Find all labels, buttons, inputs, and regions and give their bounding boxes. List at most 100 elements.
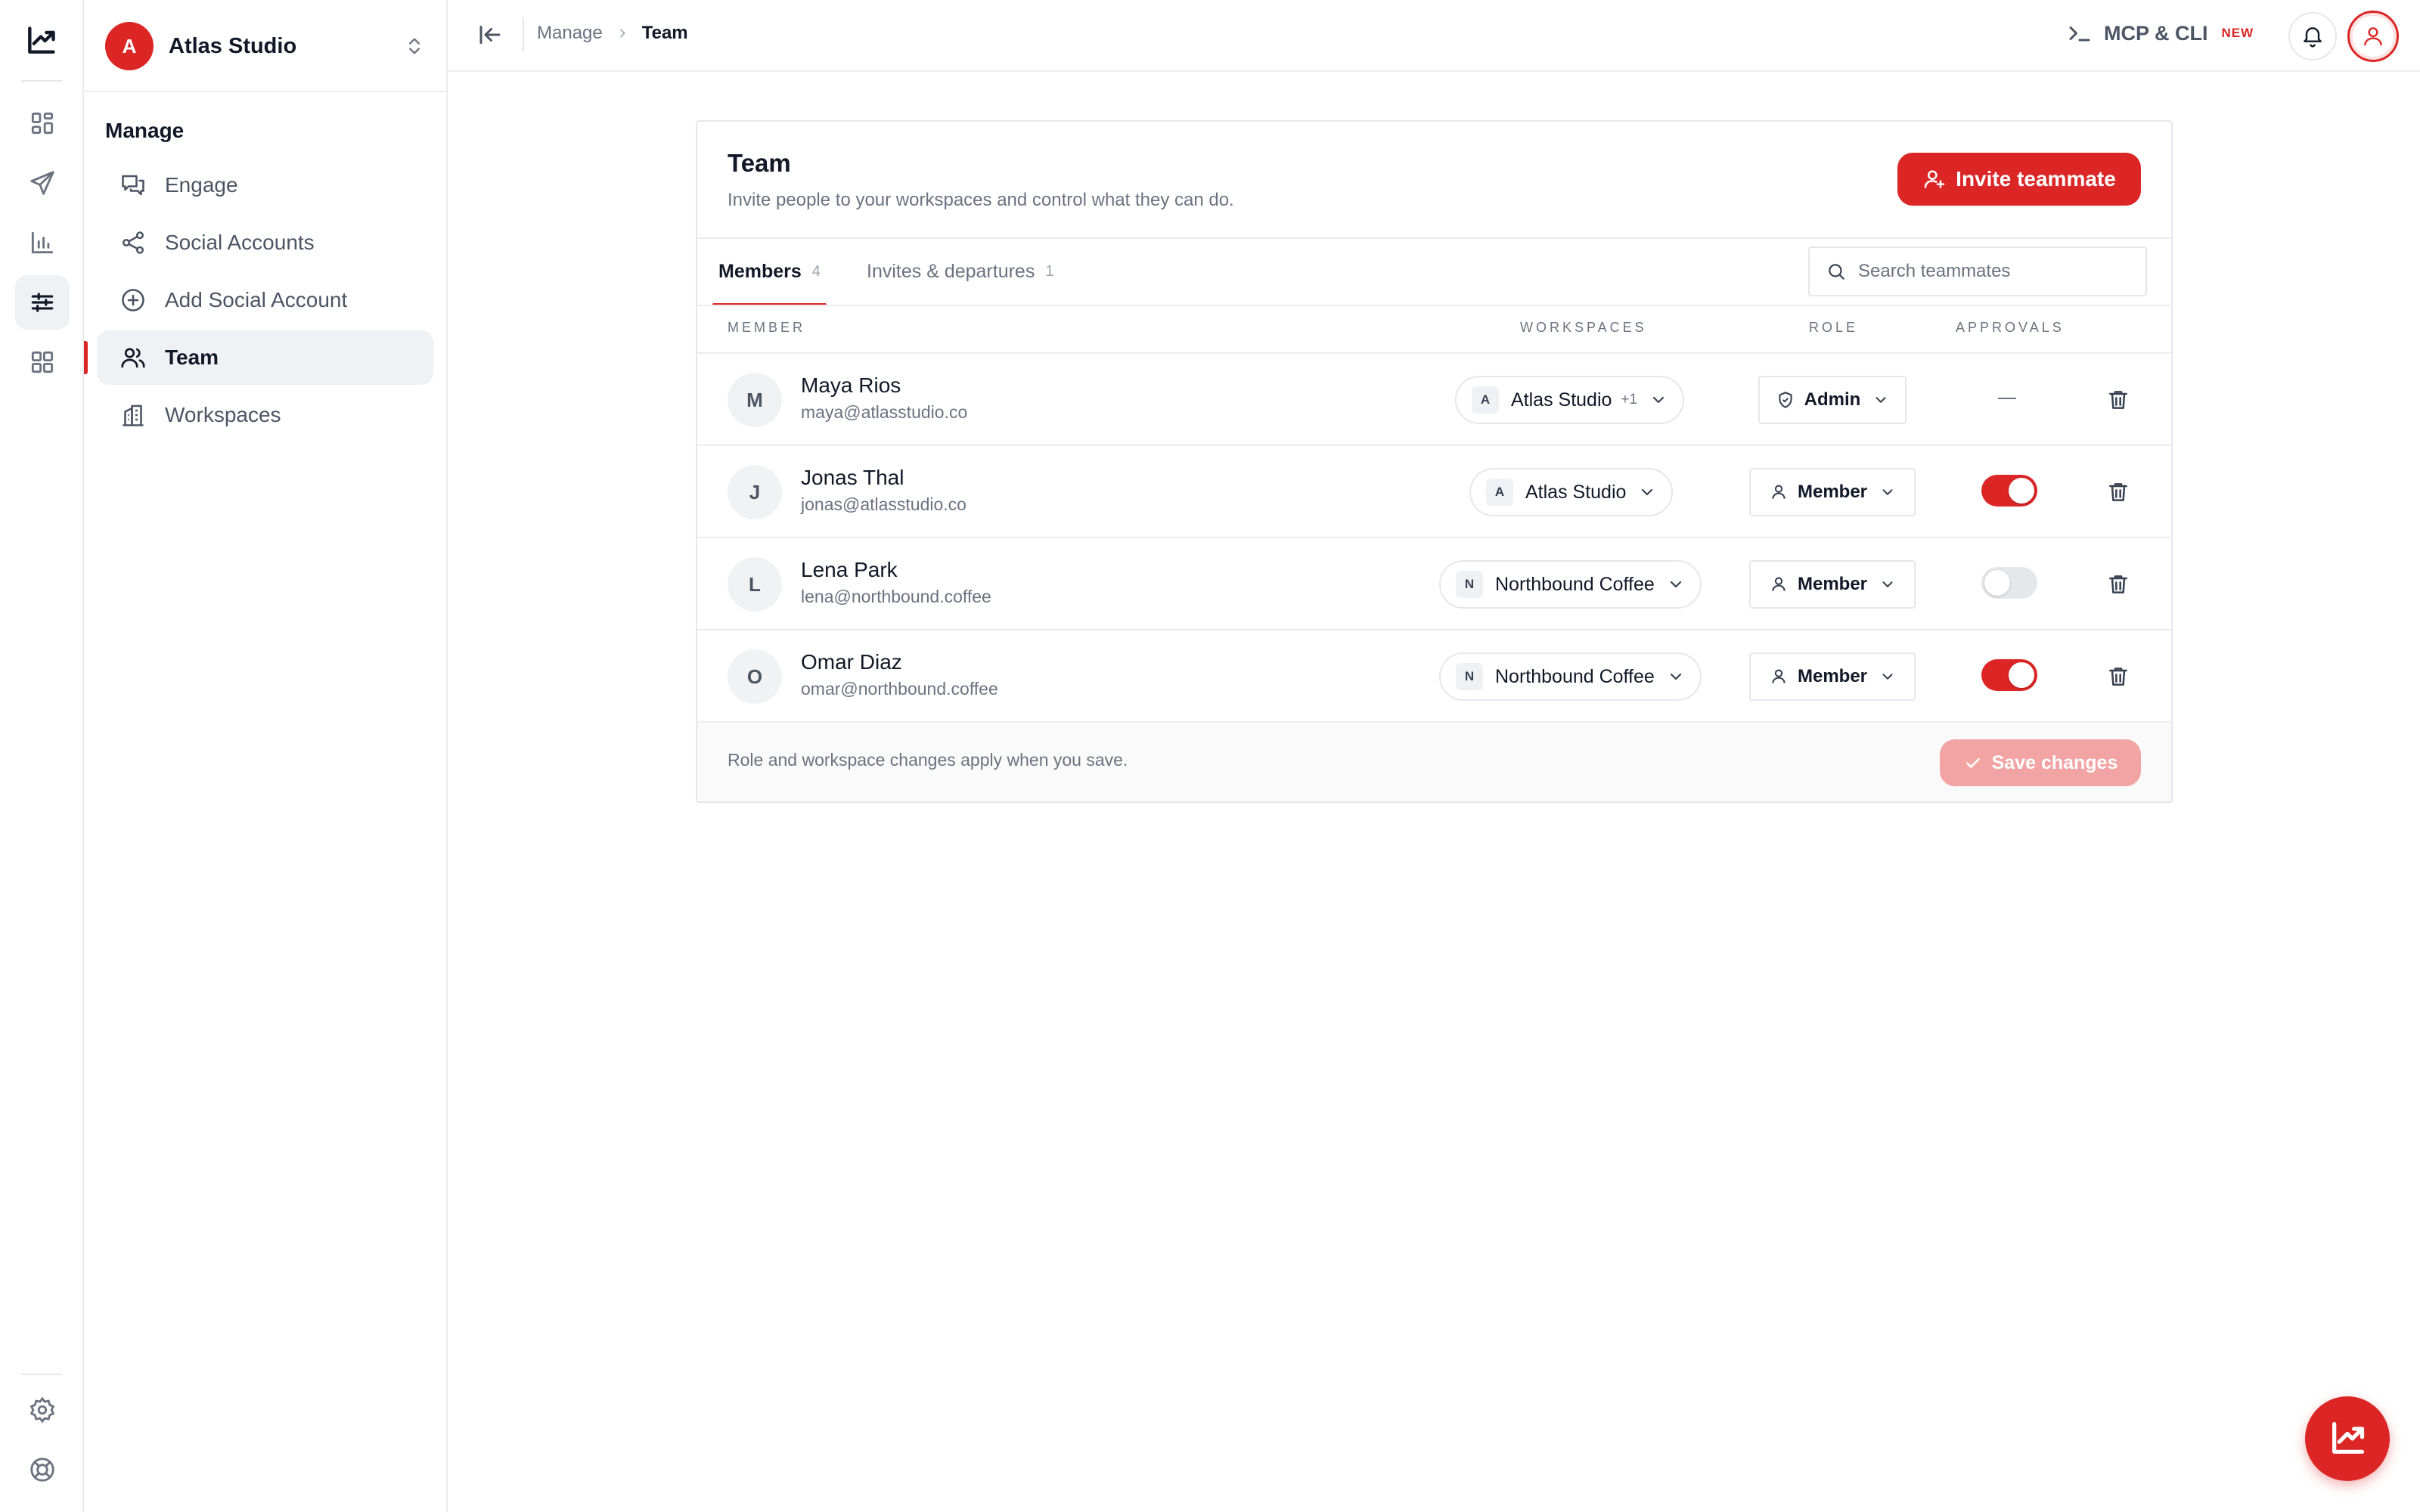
user-icon <box>1772 577 1786 591</box>
approvals-toggle[interactable] <box>1981 659 2037 691</box>
check-icon <box>1965 758 1980 768</box>
rail-apps-button[interactable] <box>15 335 70 389</box>
approvals-not-applicable <box>1998 398 2016 399</box>
breadcrumb-manage[interactable]: Manage <box>537 23 603 44</box>
mcp-cli-button[interactable]: MCP & CLI NEW <box>2066 20 2254 47</box>
bar-chart-icon <box>31 231 54 254</box>
trash-icon <box>2109 483 2127 501</box>
chevron-down-icon <box>1652 396 1665 404</box>
trash-icon <box>2109 668 2127 686</box>
column-header-member: MEMBER <box>728 320 806 335</box>
breadcrumb: Manage Team <box>537 23 688 44</box>
avatar: O <box>728 649 782 704</box>
workspace-extra-count: +1 <box>1621 392 1638 407</box>
nav-heading: Manage <box>105 119 185 142</box>
nav-item-engage[interactable]: Engage <box>97 158 433 212</box>
app-logo-icon[interactable] <box>24 24 57 57</box>
tab-count: 4 <box>811 263 821 280</box>
chevron-down-icon <box>1876 397 1886 403</box>
user-menu-button[interactable] <box>2347 11 2399 62</box>
nav-divider <box>84 91 446 92</box>
approvals-toggle[interactable] <box>1981 475 2037 507</box>
lifebuoy-icon <box>30 1458 54 1482</box>
nav-item-team[interactable]: Team <box>84 330 433 385</box>
role-select[interactable]: Admin <box>1758 376 1907 424</box>
workspace-name: Atlas Studio <box>1525 481 1627 503</box>
nav-item-label: Social Accounts <box>165 231 315 254</box>
role-label: Member <box>1797 482 1868 502</box>
save-changes-button[interactable]: Save changes <box>1940 739 2141 786</box>
rail-help-button[interactable] <box>15 1442 70 1497</box>
table-row: J Jonas Thal jonas@atlasstudio.co A Atla… <box>697 446 2171 538</box>
member-name: Lena Park <box>801 558 898 581</box>
nav-item-social-accounts[interactable]: Social Accounts <box>97 215 433 270</box>
workspace-select[interactable]: A Atlas Studio <box>1469 468 1674 516</box>
delete-member-button[interactable] <box>2106 665 2130 689</box>
chevron-down-icon <box>1882 581 1893 587</box>
workspace-initial: N <box>1456 663 1483 690</box>
workspace-select[interactable]: N Northbound Coffee <box>1439 560 1702 609</box>
terminal-icon <box>2069 26 2090 42</box>
tab-invites-departures[interactable]: Invites & departures 1 <box>867 239 1053 305</box>
save-changes-label: Save changes <box>1991 751 2118 773</box>
column-header-approvals: APPROVALS <box>1956 320 2065 335</box>
table-row: M Maya Rios maya@atlasstudio.co A Atlas … <box>697 354 2171 446</box>
notifications-button[interactable] <box>2288 12 2337 60</box>
workspace-select[interactable]: A Atlas Studio +1 <box>1455 376 1685 424</box>
rail-divider <box>21 80 62 82</box>
chevron-down-icon <box>1882 489 1893 495</box>
delete-member-button[interactable] <box>2106 572 2130 596</box>
team-card: Team Invite people to your workspaces an… <box>696 120 2173 803</box>
rail-dashboard-button[interactable] <box>15 96 70 150</box>
column-header-role: ROLE <box>1809 320 1859 335</box>
building-icon <box>123 404 144 426</box>
workspace-name: Northbound Coffee <box>1495 665 1655 687</box>
plus-circle-icon <box>122 289 144 311</box>
chevron-down-icon <box>1882 674 1893 680</box>
workspace-name: Atlas Studio <box>1511 389 1612 411</box>
tab-members[interactable]: Members 4 <box>712 239 827 306</box>
collapse-sidebar-button[interactable] <box>476 21 504 48</box>
toggle-knob <box>2009 662 2034 688</box>
send-icon <box>30 171 54 195</box>
nav-item-label: Workspaces <box>165 403 281 426</box>
nav-list: Engage Social Accounts Add Social Accoun… <box>84 158 433 445</box>
approvals-toggle[interactable] <box>1981 567 2037 599</box>
nav-item-add-social-account[interactable]: Add Social Account <box>97 273 433 327</box>
chevron-up-down-icon <box>409 38 420 54</box>
trash-icon <box>2109 575 2127 593</box>
divider <box>697 305 2171 306</box>
nav-item-label: Team <box>165 345 219 369</box>
sliders-icon <box>31 293 54 312</box>
tab-label: Invites & departures <box>867 261 1035 282</box>
nav-sidebar: A Atlas Studio Manage Engage Social Acco… <box>84 0 448 1512</box>
workspace-select[interactable]: N Northbound Coffee <box>1439 652 1702 701</box>
invite-teammate-button[interactable]: Invite teammate <box>1897 153 2141 206</box>
user-icon <box>1772 669 1786 683</box>
role-select[interactable]: Member <box>1749 560 1916 609</box>
table-row: O Omar Diaz omar@northbound.coffee N Nor… <box>697 631 2171 723</box>
avatar: J <box>728 465 782 519</box>
workspace-initial: N <box>1456 571 1483 598</box>
toggle-knob <box>1984 570 2010 596</box>
delete-member-button[interactable] <box>2106 388 2130 412</box>
avatar: L <box>728 557 782 612</box>
nav-item-label: Engage <box>165 173 238 197</box>
floating-assistant-button[interactable] <box>2305 1396 2390 1481</box>
rail-analytics-button[interactable] <box>15 215 70 270</box>
role-select[interactable]: Member <box>1749 652 1916 701</box>
role-label: Member <box>1797 574 1868 594</box>
search-teammates-input[interactable]: Search teammates <box>1808 246 2147 296</box>
rail-settings-button[interactable] <box>15 1383 70 1437</box>
delete-member-button[interactable] <box>2106 480 2130 504</box>
member-name: Maya Rios <box>801 373 901 397</box>
rail-publish-button[interactable] <box>15 156 70 210</box>
tab-label: Members <box>718 261 802 282</box>
toggle-knob <box>2009 478 2034 503</box>
workspace-switcher[interactable]: A Atlas Studio <box>105 21 425 71</box>
chat-icon <box>122 175 144 196</box>
role-select[interactable]: Member <box>1749 468 1916 516</box>
nav-item-workspaces[interactable]: Workspaces <box>97 388 433 442</box>
rail-manage-button[interactable] <box>15 275 70 330</box>
workspace-initial: A <box>1472 386 1499 414</box>
